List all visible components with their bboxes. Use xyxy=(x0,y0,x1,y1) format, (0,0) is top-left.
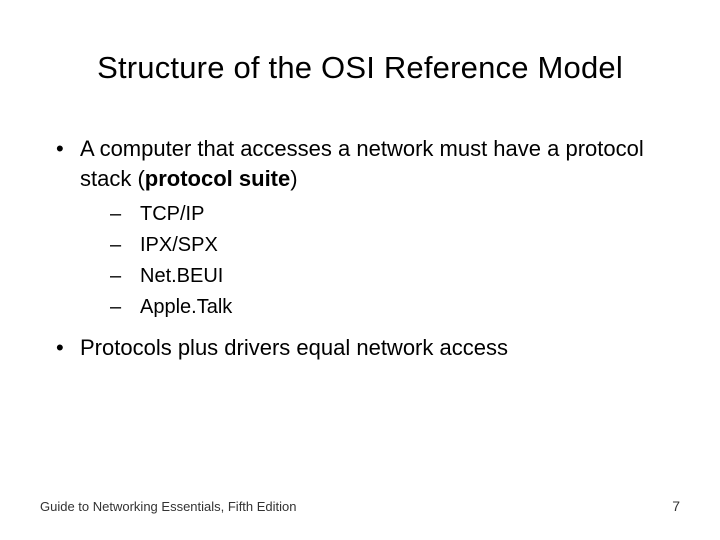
sub-item: – Net.BEUI xyxy=(110,261,680,292)
bullet-text: Protocols plus drivers equal network acc… xyxy=(80,333,680,363)
dash-marker: – xyxy=(110,230,140,261)
slide-title: Structure of the OSI Reference Model xyxy=(40,50,680,86)
sub-item-text: IPX/SPX xyxy=(140,230,218,261)
bullet-marker: • xyxy=(52,134,80,164)
sub-item: – TCP/IP xyxy=(110,199,680,230)
sub-item-text: Apple.Talk xyxy=(140,292,232,323)
slide-content: • A computer that accesses a network mus… xyxy=(40,134,680,363)
bullet-text-bold: protocol suite xyxy=(145,166,290,191)
footer-source: Guide to Networking Essentials, Fifth Ed… xyxy=(40,499,297,514)
sub-item-text: Net.BEUI xyxy=(140,261,223,292)
bullet-item: • Protocols plus drivers equal network a… xyxy=(52,333,680,363)
bullet-text: A computer that accesses a network must … xyxy=(80,134,680,193)
bullet-text-pre: Protocols plus drivers equal network acc… xyxy=(80,335,508,360)
sub-item-text: TCP/IP xyxy=(140,199,204,230)
slide-footer: Guide to Networking Essentials, Fifth Ed… xyxy=(40,498,680,514)
sub-item: – Apple.Talk xyxy=(110,292,680,323)
bullet-text-post: ) xyxy=(290,166,297,191)
dash-marker: – xyxy=(110,261,140,292)
sub-item: – IPX/SPX xyxy=(110,230,680,261)
bullet-marker: • xyxy=(52,333,80,363)
bullet-item: • A computer that accesses a network mus… xyxy=(52,134,680,193)
footer-page-number: 7 xyxy=(672,498,680,514)
sub-list: – TCP/IP – IPX/SPX – Net.BEUI – Apple.Ta… xyxy=(52,199,680,323)
dash-marker: – xyxy=(110,199,140,230)
dash-marker: – xyxy=(110,292,140,323)
